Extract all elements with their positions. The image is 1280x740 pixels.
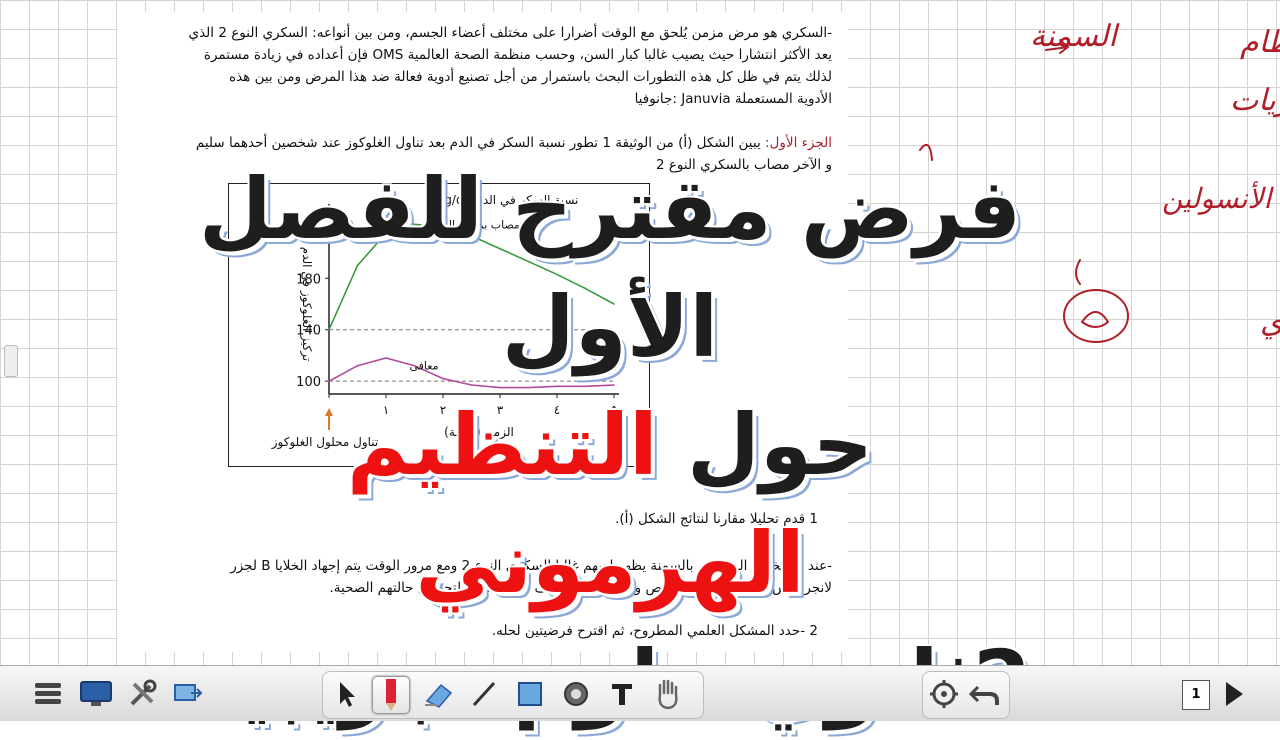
text-icon[interactable] [604,676,640,712]
select-pointer-icon[interactable] [328,676,364,712]
whiteboard-canvas[interactable]: -السكري هو مرض مزمن يُلحق مع الوقت أضرار… [0,0,1280,730]
next-page-icon[interactable] [1216,676,1252,712]
tools-icon[interactable] [124,676,160,712]
screen-capture-icon[interactable] [170,676,206,712]
ink-note: مقاومة الأنسولين [1162,181,1280,215]
bottom-toolbar: 1 [0,665,1280,721]
pen-icon[interactable] [372,676,410,714]
part-one-text: يبين الشكل (أ) من الوثيقة 1 تطور نسبة ال… [195,135,765,151]
intro-line: الأدوية المستعملة Januvia :جانوفيا [634,91,832,107]
title-line-2-prefix: حول [657,396,874,494]
line-icon[interactable] [466,676,502,712]
eraser-icon[interactable] [420,676,456,712]
intro-line: يعد الأكثر انتشارا حيث يصيب غالبا كبار ا… [203,47,832,63]
settings-icon[interactable] [926,676,962,712]
intro-line: لذلك يتم في ظل كل هذه التطورات البحث باس… [229,69,832,85]
title-line-2: حول التنظيم الهرموني [180,386,1040,622]
title-line-1: فرض مقترح للفصل الأول [198,160,1022,376]
hand-icon[interactable] [650,676,686,712]
undo-icon[interactable] [966,676,1002,712]
circled-note [1063,289,1129,343]
page-icon[interactable]: 1 [1182,680,1210,710]
ink-note: نظام [1240,25,1280,60]
intro-line: -السكري هو مرض مزمن يُلحق مع الوقت أضرار… [188,25,832,41]
ink-note: غذائي غني بالسكريات [1230,83,1280,118]
part-one-label: الجزء الأول: [765,135,832,151]
menu-icon[interactable] [30,676,66,712]
ink-mark [1081,311,1110,328]
ink-note: السمنة [1030,19,1120,54]
side-panel-handle[interactable] [4,345,18,377]
fill-icon[interactable] [558,676,594,712]
overlay-title: فرض مقترح للفصل الأول حول التنظيم الهرمو… [180,150,1040,740]
intro-paragraph: -السكري هو مرض مزمن يُلحق مع الوقت أضرار… [132,22,832,110]
ink-mark [1075,259,1081,285]
display-icon[interactable] [78,676,114,712]
rectangle-icon[interactable] [512,676,548,712]
ink-note: سكري [1260,305,1280,340]
